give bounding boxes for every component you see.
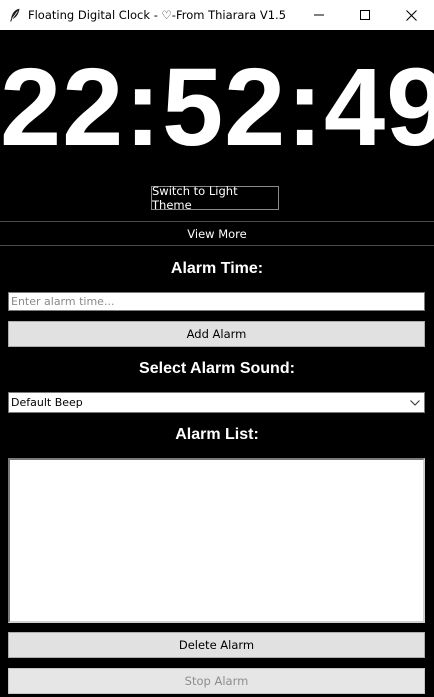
alarm-sound-selected: Default Beep [11,396,83,409]
minimize-button[interactable] [296,0,342,30]
add-alarm-button[interactable]: Add Alarm [8,321,425,347]
alarm-sound-select[interactable]: Default Beep [8,392,425,413]
window-controls [296,0,434,30]
alarm-list-heading: Alarm List: [175,426,259,443]
digital-clock-display: 22:52:49 [0,46,434,169]
window-title: Floating Digital Clock - ♡-From Thiarara… [28,8,287,22]
alarm-listbox[interactable] [8,458,425,623]
maximize-button[interactable] [342,0,388,30]
alarm-sound-heading: Select Alarm Sound: [139,360,295,377]
switch-theme-button[interactable]: Switch to Light Theme [151,184,279,212]
close-icon [405,9,417,21]
delete-alarm-button[interactable]: Delete Alarm [8,632,425,658]
alarm-time-input[interactable] [8,292,425,311]
maximize-icon [360,10,370,20]
feather-icon [8,8,22,22]
alarm-time-heading: Alarm Time: [170,260,264,277]
chevron-down-icon[interactable] [406,393,424,412]
minimize-icon [314,14,324,16]
title-bar[interactable]: Floating Digital Clock - ♡-From Thiarara… [0,0,434,30]
stop-alarm-button[interactable]: Stop Alarm [8,668,425,694]
close-button[interactable] [388,0,434,30]
view-more-button[interactable]: View More [0,221,434,246]
